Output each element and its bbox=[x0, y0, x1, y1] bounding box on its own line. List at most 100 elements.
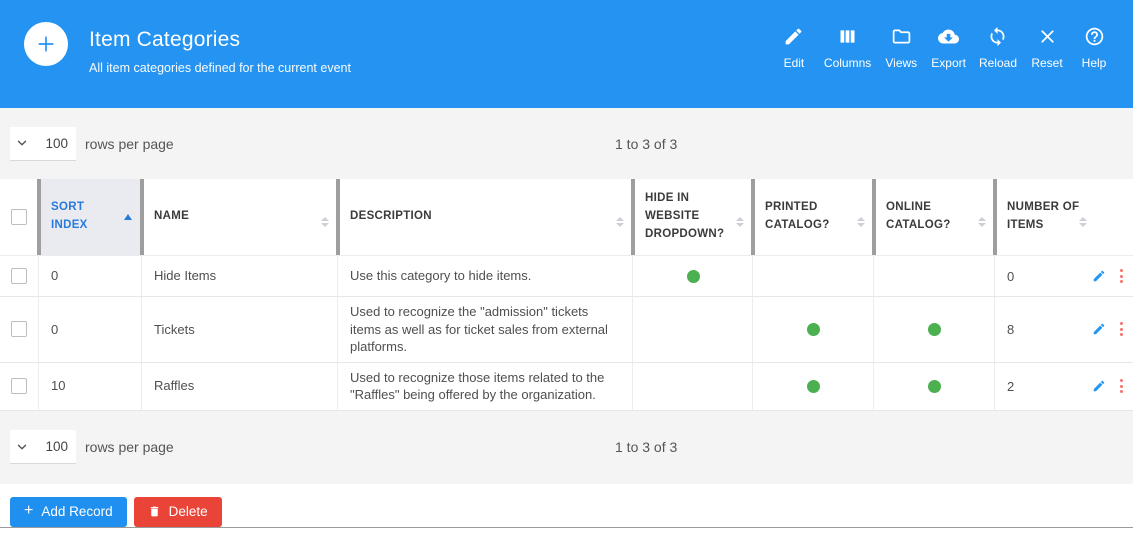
chevron-down-icon bbox=[15, 440, 29, 454]
pencil-icon bbox=[1092, 379, 1106, 393]
green-dot-icon bbox=[807, 380, 820, 393]
rows-per-page-label: rows per page bbox=[85, 136, 174, 152]
cell-name: Tickets bbox=[144, 297, 336, 362]
cell-hide-in-website-dropdown bbox=[635, 363, 751, 410]
cell-number-of-items: 0 bbox=[997, 256, 1133, 296]
reload-button[interactable]: Reload bbox=[979, 26, 1017, 70]
help-button[interactable]: Help bbox=[1077, 26, 1111, 70]
footer-divider bbox=[0, 527, 1133, 528]
pencil-icon bbox=[1092, 322, 1106, 336]
chevron-down-icon bbox=[15, 136, 29, 150]
row-actions bbox=[1092, 320, 1125, 338]
rows-per-page-value: 100 bbox=[29, 439, 76, 454]
range-info: 1 to 3 of 3 bbox=[615, 439, 677, 455]
cell-sort-index: 10 bbox=[41, 363, 140, 410]
edit-label: Edit bbox=[784, 56, 805, 70]
table-row: 0 Hide Items Use this category to hide i… bbox=[0, 256, 1133, 297]
sort-both-icon bbox=[857, 217, 865, 227]
add-record-button[interactable]: + Add Record bbox=[10, 497, 127, 527]
cell-description: Used to recognize those items related to… bbox=[340, 363, 631, 410]
close-icon bbox=[1037, 26, 1058, 47]
cell-online-catalog bbox=[876, 363, 993, 410]
pencil-icon bbox=[783, 26, 804, 47]
table-header-row: SORT INDEX NAME DESCRIPTION HIDE IN WEBS… bbox=[0, 179, 1133, 255]
sync-icon bbox=[987, 26, 1008, 47]
header-titles: Item Categories All item categories defi… bbox=[89, 28, 351, 75]
table-row: 0 Tickets Used to recognize the "admissi… bbox=[0, 297, 1133, 363]
sort-both-icon bbox=[736, 217, 744, 227]
row-edit-button[interactable] bbox=[1092, 322, 1106, 336]
footer-buttons: + Add Record Delete bbox=[10, 497, 222, 527]
cell-hide-in-website-dropdown bbox=[635, 297, 751, 362]
column-header-description[interactable]: DESCRIPTION bbox=[340, 179, 631, 255]
row-edit-button[interactable] bbox=[1092, 269, 1106, 283]
rows-per-page-value: 100 bbox=[29, 136, 76, 151]
delete-button[interactable]: Delete bbox=[134, 497, 222, 527]
cell-hide-in-website-dropdown bbox=[635, 256, 751, 296]
row-edit-button[interactable] bbox=[1092, 379, 1106, 393]
columns-button[interactable]: Columns bbox=[824, 26, 871, 70]
table-footer: + Add Record Delete bbox=[0, 484, 1133, 555]
pencil-icon bbox=[1092, 269, 1106, 283]
column-header-hide-in-website-dropdown[interactable]: HIDE IN WEBSITE DROPDOWN? bbox=[635, 179, 751, 255]
select-all-checkbox[interactable] bbox=[11, 209, 27, 225]
range-info: 1 to 3 of 3 bbox=[615, 136, 677, 152]
row-menu-button[interactable] bbox=[1118, 377, 1125, 395]
cell-description: Use this category to hide items. bbox=[340, 256, 631, 296]
pagination-bar-top: 100 rows per page 1 to 3 of 3 bbox=[0, 108, 1133, 179]
column-header-name[interactable]: NAME bbox=[144, 179, 336, 255]
reset-button[interactable]: Reset bbox=[1030, 26, 1064, 70]
plus-icon bbox=[35, 33, 57, 55]
rows-per-page-select[interactable]: 100 bbox=[10, 430, 76, 464]
cell-printed-catalog bbox=[755, 297, 872, 362]
reload-label: Reload bbox=[979, 56, 1017, 70]
help-circle-icon bbox=[1084, 26, 1105, 47]
number-of-items-value: 8 bbox=[1007, 322, 1014, 337]
page-subtitle: All item categories defined for the curr… bbox=[89, 61, 351, 75]
sort-both-icon bbox=[321, 217, 329, 227]
table-body: 0 Hide Items Use this category to hide i… bbox=[0, 255, 1133, 411]
reset-label: Reset bbox=[1031, 56, 1062, 70]
sort-asc-icon bbox=[124, 214, 132, 220]
row-checkbox-cell bbox=[0, 297, 37, 362]
cell-printed-catalog bbox=[755, 363, 872, 410]
column-header-number-of-items[interactable]: NUMBER OF ITEMS bbox=[997, 179, 1133, 255]
green-dot-icon bbox=[807, 323, 820, 336]
row-checkbox[interactable] bbox=[11, 321, 27, 337]
row-menu-button[interactable] bbox=[1118, 320, 1125, 338]
add-circle-button[interactable] bbox=[24, 22, 68, 66]
rows-per-page-label: rows per page bbox=[85, 439, 174, 455]
sort-both-icon bbox=[616, 217, 624, 227]
cell-online-catalog bbox=[876, 297, 993, 362]
views-button[interactable]: Views bbox=[884, 26, 918, 70]
row-checkbox[interactable] bbox=[11, 268, 27, 284]
page-title: Item Categories bbox=[89, 28, 351, 52]
columns-icon bbox=[837, 26, 858, 47]
trash-icon bbox=[148, 505, 161, 518]
plus-icon: + bbox=[24, 502, 33, 520]
row-menu-button[interactable] bbox=[1118, 267, 1125, 285]
column-header-sort-index[interactable]: SORT INDEX bbox=[41, 179, 140, 255]
row-checkbox-cell bbox=[0, 256, 37, 296]
edit-button[interactable]: Edit bbox=[777, 26, 811, 70]
header-toolbar: Edit Columns Views Export Reload Reset bbox=[777, 26, 1111, 70]
column-header-printed-catalog[interactable]: PRINTED CATALOG? bbox=[755, 179, 872, 255]
cell-description: Used to recognize the "admission" ticket… bbox=[340, 297, 631, 362]
item-categories-page: Item Categories All item categories defi… bbox=[0, 0, 1133, 549]
rows-per-page-select[interactable]: 100 bbox=[10, 127, 76, 161]
green-dot-icon bbox=[687, 270, 700, 283]
row-checkbox[interactable] bbox=[11, 378, 27, 394]
cell-sort-index: 0 bbox=[41, 297, 140, 362]
column-header-online-catalog[interactable]: ONLINE CATALOG? bbox=[876, 179, 993, 255]
columns-label: Columns bbox=[824, 56, 871, 70]
views-label: Views bbox=[885, 56, 917, 70]
pagination-bar-bottom: 100 rows per page 1 to 3 of 3 bbox=[0, 411, 1133, 484]
row-actions bbox=[1092, 267, 1125, 285]
cell-online-catalog bbox=[876, 256, 993, 296]
cell-name: Hide Items bbox=[144, 256, 336, 296]
export-label: Export bbox=[931, 56, 966, 70]
export-button[interactable]: Export bbox=[931, 26, 966, 70]
cell-printed-catalog bbox=[755, 256, 872, 296]
item-categories-table: SORT INDEX NAME DESCRIPTION HIDE IN WEBS… bbox=[0, 179, 1133, 411]
green-dot-icon bbox=[928, 323, 941, 336]
